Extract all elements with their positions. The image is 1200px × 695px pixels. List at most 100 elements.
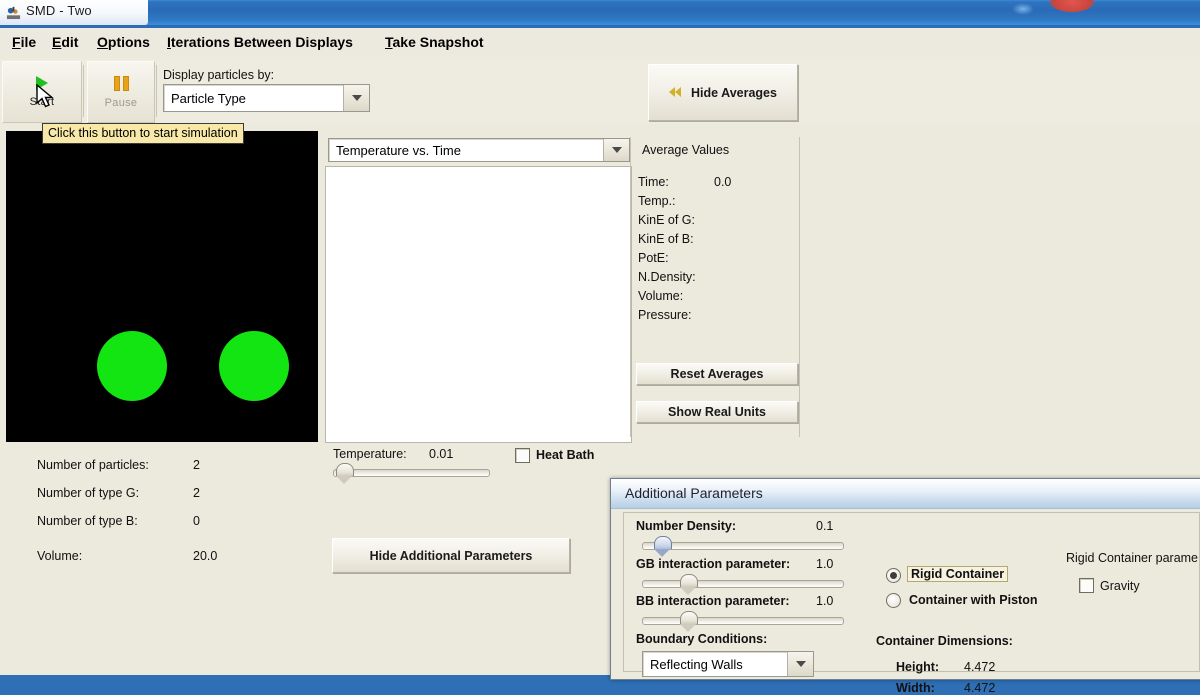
show-real-units-button[interactable]: Show Real Units xyxy=(636,401,798,423)
gb-interaction-slider-track xyxy=(642,580,844,588)
pause-button[interactable]: Pause xyxy=(87,61,155,123)
gb-interaction-slider[interactable] xyxy=(642,574,844,595)
menu-item-options[interactable]: Options xyxy=(93,33,154,51)
container-with-piston-label[interactable]: Container with Piston xyxy=(909,593,1037,607)
menu-item-edit[interactable]: Edit xyxy=(48,33,82,51)
show-real-units-label: Show Real Units xyxy=(668,405,766,419)
container-dimensions-title: Container Dimensions: xyxy=(876,634,1013,648)
desktop-red-blob xyxy=(1048,0,1096,12)
rigid-container-label[interactable]: Rigid Container xyxy=(907,566,1009,582)
plot-area xyxy=(325,166,632,443)
mouse-cursor xyxy=(36,84,54,108)
chevron-down-icon xyxy=(351,95,362,101)
panel-divider-right xyxy=(799,137,800,437)
average-row-kine-b-label: KinE of B: xyxy=(638,232,694,246)
stat-volume-value: 20.0 xyxy=(193,549,218,563)
boundary-conditions-label: Boundary Conditions: xyxy=(636,632,768,646)
additional-parameters-title-bar: Additional Parameters xyxy=(611,479,1200,509)
hide-averages-label: Hide Averages xyxy=(691,85,777,100)
rigid-container-parameters-title: Rigid Container parame xyxy=(1066,551,1199,565)
bb-interaction-slider[interactable] xyxy=(642,611,844,632)
stat-number-of-type-b-label: Number of type B: xyxy=(37,514,138,528)
average-row-kine-g-label: KinE of G: xyxy=(638,213,695,227)
reset-averages-label: Reset Averages xyxy=(670,367,764,381)
number-density-slider-knob[interactable] xyxy=(654,536,672,557)
window-title: SMD - Two xyxy=(26,3,92,18)
heat-bath-checkbox[interactable] xyxy=(515,448,530,463)
desktop-blue-blob xyxy=(1012,3,1034,15)
average-row-temp-label: Temp.: xyxy=(638,194,676,208)
stat-number-of-particles-label: Number of particles: xyxy=(37,458,149,472)
bb-interaction-slider-track xyxy=(642,617,844,625)
pause-icon xyxy=(113,75,129,91)
menu-item-iterations-between-displays[interactable]: Iterations Between Displays xyxy=(163,33,357,51)
chevron-down-icon xyxy=(795,661,806,667)
temperature-slider[interactable] xyxy=(333,463,490,484)
hide-additional-parameters-label: Hide Additional Parameters xyxy=(369,548,533,563)
hide-averages-button[interactable]: Hide Averages xyxy=(648,64,798,121)
additional-parameters-title: Additional Parameters xyxy=(625,485,763,501)
rigid-container-radio[interactable] xyxy=(886,568,901,583)
display-particles-by-value: Particle Type xyxy=(171,90,246,106)
boundary-conditions-select[interactable]: Reflecting Walls xyxy=(642,651,814,677)
number-density-slider-track xyxy=(642,542,844,550)
additional-parameters-dialog: Additional Parameters Number Density: 0.… xyxy=(610,478,1200,695)
reset-averages-button[interactable]: Reset Averages xyxy=(636,363,798,385)
average-values-title: Average Values xyxy=(642,143,730,157)
stat-number-of-particles-value: 2 xyxy=(193,458,200,472)
number-density-slider[interactable] xyxy=(642,536,844,557)
number-density-label: Number Density: xyxy=(636,519,737,533)
stat-volume-label: Volume: xyxy=(37,549,83,563)
smd-main-window: SMD - Two File Edit Options Iterations B… xyxy=(0,0,1200,695)
bb-interaction-slider-knob[interactable] xyxy=(680,611,698,632)
average-row-pote-label: PotE: xyxy=(638,251,669,265)
panel-divider-left xyxy=(630,137,631,437)
plot-type-select[interactable]: Temperature vs. Time xyxy=(328,138,630,162)
boundary-conditions-dropdown-button[interactable] xyxy=(787,652,813,676)
container-height-label: Height: xyxy=(896,660,940,674)
temperature-slider-track xyxy=(333,469,490,477)
average-values-panel: Average Values Time: 0.0 Temp.: KinE of … xyxy=(630,131,800,442)
average-row-pressure-label: Pressure: xyxy=(638,308,692,322)
temperature-value: 0.01 xyxy=(429,447,454,461)
app-icon xyxy=(6,6,21,20)
container-with-piston-radio[interactable] xyxy=(886,593,901,608)
average-row-volume-label: Volume: xyxy=(638,289,684,303)
additional-parameters-body: Number Density: 0.1 GB interaction param… xyxy=(623,512,1200,695)
container-width-label: Width: xyxy=(896,681,935,695)
menu-bar: File Edit Options Iterations Between Dis… xyxy=(0,28,1200,56)
stat-number-of-type-b-value: 0 xyxy=(193,514,200,528)
double-chevron-left-icon xyxy=(669,86,683,99)
plot-type-dropdown-button[interactable] xyxy=(603,139,629,161)
menu-item-take-snapshot[interactable]: Take Snapshot xyxy=(381,33,488,51)
container-width-value: 4.472 xyxy=(964,681,996,695)
display-particles-by-label: Display particles by: xyxy=(163,68,275,82)
temperature-slider-knob[interactable] xyxy=(336,463,354,484)
average-row-ndensity-label: N.Density: xyxy=(638,270,696,284)
toolbar: Start Pause Display particles by: Partic… xyxy=(0,59,1200,123)
stat-number-of-type-g-label: Number of type G: xyxy=(37,486,140,500)
title-bar: SMD - Two xyxy=(0,0,1200,25)
gb-interaction-slider-knob[interactable] xyxy=(680,574,698,595)
gb-interaction-value: 1.0 xyxy=(816,557,834,571)
particle-g-2 xyxy=(219,331,289,401)
menu-item-file[interactable]: File xyxy=(8,33,40,51)
pause-button-label: Pause xyxy=(104,96,138,109)
gravity-label: Gravity xyxy=(1100,579,1140,593)
application-root: SMD - Two File Edit Options Iterations B… xyxy=(0,0,1200,695)
container-height-value: 4.472 xyxy=(964,660,996,674)
number-density-value: 0.1 xyxy=(816,519,834,533)
display-particles-by-dropdown-button[interactable] xyxy=(343,85,369,111)
average-row-time-value: 0.0 xyxy=(714,175,732,189)
simulation-canvas[interactable] xyxy=(6,131,318,442)
bb-interaction-label: BB interaction parameter: xyxy=(636,594,790,608)
plot-type-value: Temperature vs. Time xyxy=(336,142,461,158)
bb-interaction-value: 1.0 xyxy=(816,594,834,608)
toolbar-separator-2 xyxy=(156,65,157,117)
boundary-conditions-value: Reflecting Walls xyxy=(650,656,743,672)
hide-additional-parameters-button[interactable]: Hide Additional Parameters xyxy=(332,538,570,573)
toolbar-separator-1 xyxy=(83,65,84,117)
title-bar-left: SMD - Two xyxy=(0,0,148,25)
display-particles-by-select[interactable]: Particle Type xyxy=(163,84,370,112)
gravity-checkbox[interactable] xyxy=(1079,578,1094,593)
